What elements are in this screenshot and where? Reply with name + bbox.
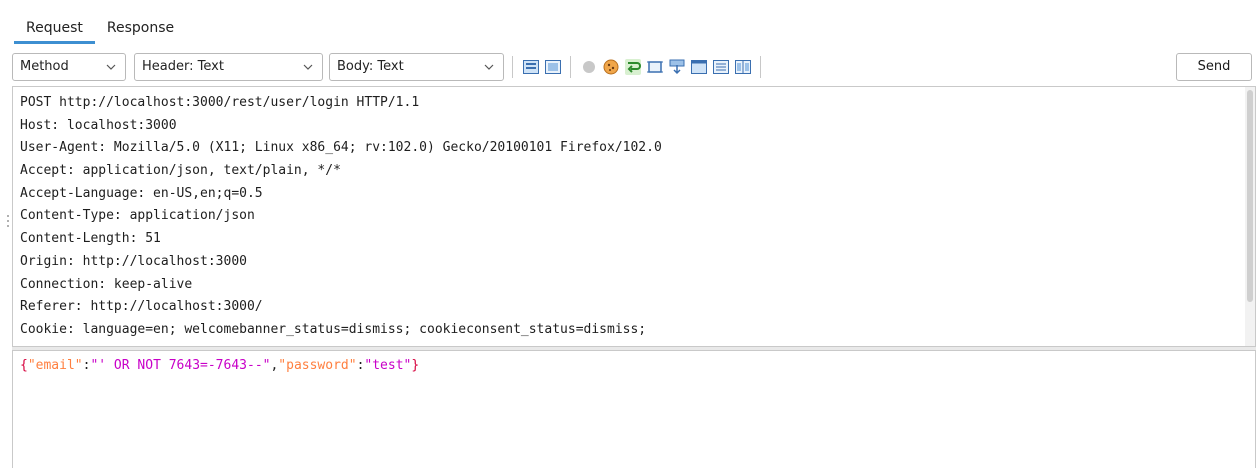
header-line: Accept-Language: en-US,en;q=0.5 — [20, 185, 263, 201]
json-body: {"email":"' OR NOT 7643=-7643--","passwo… — [20, 356, 419, 376]
vertical-scrollbar[interactable] — [1245, 87, 1255, 346]
download-icon[interactable] — [668, 58, 686, 76]
tab-response[interactable]: Response — [95, 14, 186, 44]
layout-alt-icon[interactable] — [544, 58, 562, 76]
json-key: "password" — [278, 358, 357, 373]
list-icon[interactable] — [712, 58, 730, 76]
tab-bar: Request Response — [14, 14, 186, 46]
header-line: Host: localhost:3000 — [20, 117, 177, 133]
json-key: "email" — [27, 358, 83, 373]
layout-icon[interactable] — [522, 58, 540, 76]
header-format-select[interactable]: Header: Text — [134, 53, 323, 81]
panel-icon[interactable] — [690, 58, 708, 76]
header-line: Connection: keep-alive — [20, 276, 193, 292]
cookie-icon[interactable] — [602, 58, 620, 76]
editor-toolbar: Method Header: Text Body: Text Send — [12, 52, 1254, 82]
columns-icon[interactable] — [734, 58, 752, 76]
wrap-icon[interactable] — [624, 58, 642, 76]
request-body-editor[interactable]: {"email":"' OR NOT 7643=-7643--","passwo… — [12, 351, 1256, 468]
header-line: Cookie: language=en; welcomebanner_statu… — [20, 321, 647, 337]
send-button[interactable]: Send — [1176, 53, 1252, 81]
json-brace: } — [411, 358, 420, 373]
side-grip-icon[interactable] — [6, 212, 10, 232]
body-format-label: Body: Text — [337, 59, 404, 74]
json-brace: { — [20, 358, 28, 373]
method-select[interactable]: Method — [12, 53, 126, 81]
header-line: Accept: application/json, text/plain, */… — [20, 163, 341, 179]
body-format-select[interactable]: Body: Text — [329, 53, 504, 81]
json-value: "test" — [364, 358, 412, 373]
circle-icon[interactable] — [580, 58, 598, 76]
grip-icon — [633, 347, 645, 358]
header-format-label: Header: Text — [142, 59, 224, 74]
toolbar-separator — [512, 56, 513, 78]
tab-request[interactable]: Request — [14, 14, 95, 44]
header-line: Content-Length: 51 — [20, 231, 161, 247]
scrollbar-thumb[interactable] — [1247, 90, 1253, 302]
chevron-down-icon — [303, 54, 315, 80]
header-line: Content-Type: application/json — [20, 208, 255, 224]
request-header-editor[interactable]: POST http://localhost:3000/rest/user/log… — [12, 86, 1256, 346]
header-line: POST http://localhost:3000/rest/user/log… — [20, 95, 420, 110]
header-line: Referer: http://localhost:3000/ — [20, 299, 263, 315]
toolbar-separator — [760, 56, 761, 78]
header-line: User-Agent: Mozilla/5.0 (X11; Linux x86_… — [20, 140, 662, 156]
method-select-label: Method — [20, 59, 69, 74]
header-lines: POST http://localhost:3000/rest/user/log… — [20, 92, 662, 342]
json-value: "' OR NOT 7643=-7643--" — [90, 358, 271, 373]
frame-icon[interactable] — [646, 58, 664, 76]
header-line: Origin: http://localhost:3000 — [20, 253, 247, 269]
chevron-down-icon — [484, 54, 496, 80]
chevron-down-icon — [106, 54, 118, 80]
toolbar-separator — [570, 56, 571, 78]
